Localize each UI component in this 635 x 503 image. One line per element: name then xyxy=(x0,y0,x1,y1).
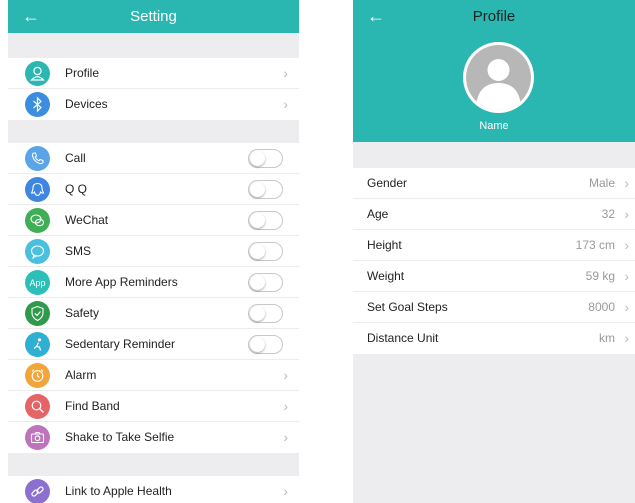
toggle-knob xyxy=(250,182,265,197)
settings-item-shake-to-take-selfie[interactable]: Shake to Take Selfie › xyxy=(8,422,299,453)
person-icon xyxy=(25,61,50,86)
profile-field-set-goal-steps[interactable]: Set Goal Steps 8000 › xyxy=(353,292,635,323)
setting-title: Setting xyxy=(130,8,177,25)
settings-item-label: WeChat xyxy=(65,213,109,227)
camera-icon xyxy=(25,425,50,450)
settings-item-label: Sedentary Reminder xyxy=(65,337,176,351)
sedentary-icon xyxy=(25,332,50,357)
settings-item-label: Shake to Take Selfie xyxy=(65,430,175,444)
bluetooth-icon xyxy=(25,92,50,117)
chevron-right-icon: › xyxy=(283,367,288,383)
link-icon xyxy=(25,479,50,503)
chevron-right-icon: › xyxy=(624,206,629,222)
toggle-switch[interactable] xyxy=(248,242,283,261)
profile-field-label: Weight xyxy=(367,269,405,283)
settings-item-label: Link to Apple Health xyxy=(65,484,172,498)
toggle-switch[interactable] xyxy=(248,273,283,292)
profile-field-gender[interactable]: Gender Male › xyxy=(353,168,635,199)
chevron-right-icon: › xyxy=(624,175,629,191)
settings-item-label: Safety xyxy=(65,306,100,320)
settings-item-label: Q Q xyxy=(65,182,88,196)
profile-header: ← Profile Name xyxy=(353,0,635,142)
settings-item-safety[interactable]: Safety xyxy=(8,298,299,329)
profile-fields: Gender Male › Age 32 › Height 173 cm › Weight 59 k… xyxy=(353,168,635,354)
toggle-knob xyxy=(250,244,265,259)
chevron-right-icon: › xyxy=(624,330,629,346)
toggle-knob xyxy=(250,337,265,352)
toggle-switch[interactable] xyxy=(248,149,283,168)
chevron-right-icon: › xyxy=(624,268,629,284)
settings-item-label: Find Band xyxy=(65,399,120,413)
profile-field-weight[interactable]: Weight 59 kg › xyxy=(353,261,635,292)
chevron-right-icon: › xyxy=(283,96,288,112)
settings-item-label: SMS xyxy=(65,244,92,258)
profile-name[interactable]: Name xyxy=(353,120,635,132)
chevron-right-icon: › xyxy=(624,299,629,315)
avatar[interactable] xyxy=(463,42,534,113)
profile-field-label: Height xyxy=(367,238,402,252)
app-icon: App xyxy=(25,270,50,295)
settings-item-link-to-apple-health[interactable]: Link to Apple Health › xyxy=(8,476,299,503)
settings-item-wechat[interactable]: WeChat xyxy=(8,205,299,236)
shield-icon xyxy=(25,301,50,326)
settings-group-health: Link to Apple Health › xyxy=(8,476,299,503)
profile-field-value: 8000 xyxy=(588,300,615,314)
settings-item-devices[interactable]: Devices › xyxy=(8,89,299,120)
settings-item-label: Alarm xyxy=(65,368,97,382)
toggle-knob xyxy=(250,151,265,166)
settings-group-account: Profile › Devices › xyxy=(8,58,299,120)
profile-field-value: km xyxy=(599,331,615,345)
settings-group-reminders: Call Q Q WeChat SMS App More App Reminders Saf… xyxy=(8,143,299,453)
settings-item-profile[interactable]: Profile › xyxy=(8,58,299,89)
profile-field-value: 59 kg xyxy=(585,269,615,283)
settings-item-q-q[interactable]: Q Q xyxy=(8,174,299,205)
chevron-right-icon: › xyxy=(283,398,288,414)
settings-item-sms[interactable]: SMS xyxy=(8,236,299,267)
settings-item-more-app-reminders[interactable]: App More App Reminders xyxy=(8,267,299,298)
settings-item-label: Devices xyxy=(65,97,108,111)
profile-title: Profile xyxy=(472,8,516,25)
profile-field-label: Gender xyxy=(367,176,408,190)
settings-item-label: Profile xyxy=(65,66,100,80)
alarm-clock-icon xyxy=(25,363,50,388)
default-avatar-icon xyxy=(466,45,531,110)
toggle-switch[interactable] xyxy=(248,211,283,230)
setting-screen: ← Setting Profile › Devices › Call Q Q WeChat… xyxy=(8,0,299,503)
app-icon-text: App xyxy=(29,278,46,288)
qq-icon xyxy=(25,177,50,202)
settings-item-find-band[interactable]: Find Band › xyxy=(8,391,299,422)
toggle-knob xyxy=(250,275,265,290)
profile-field-value: Male xyxy=(588,176,615,190)
toggle-switch[interactable] xyxy=(248,335,283,354)
chevron-right-icon: › xyxy=(283,483,288,499)
settings-item-alarm[interactable]: Alarm › xyxy=(8,360,299,391)
profile-field-value: 173 cm xyxy=(575,238,615,252)
settings-item-label: More App Reminders xyxy=(65,275,178,289)
profile-field-age[interactable]: Age 32 › xyxy=(353,199,635,230)
toggle-knob xyxy=(250,306,265,321)
profile-field-height[interactable]: Height 173 cm › xyxy=(353,230,635,261)
profile-field-value: 32 xyxy=(601,207,615,221)
profile-field-label: Distance Unit xyxy=(367,331,439,345)
wechat-icon xyxy=(25,208,50,233)
chevron-right-icon: › xyxy=(624,237,629,253)
profile-field-label: Age xyxy=(367,207,389,221)
toggle-switch[interactable] xyxy=(248,304,283,323)
toggle-switch[interactable] xyxy=(248,180,283,199)
settings-item-sedentary-reminder[interactable]: Sedentary Reminder xyxy=(8,329,299,360)
settings-item-call[interactable]: Call xyxy=(8,143,299,174)
profile-field-distance-unit[interactable]: Distance Unit km › xyxy=(353,323,635,354)
profile-field-label: Set Goal Steps xyxy=(367,300,448,314)
chevron-right-icon: › xyxy=(283,429,288,445)
settings-item-label: Call xyxy=(65,151,86,165)
sms-icon xyxy=(25,239,50,264)
phone-icon xyxy=(25,146,50,171)
search-icon xyxy=(25,394,50,419)
toggle-knob xyxy=(250,213,265,228)
profile-screen: ← Profile Name Gender Male › Age 32 › Height 17… xyxy=(353,0,635,503)
setting-navbar: ← Setting xyxy=(8,0,299,33)
chevron-right-icon: › xyxy=(283,65,288,81)
